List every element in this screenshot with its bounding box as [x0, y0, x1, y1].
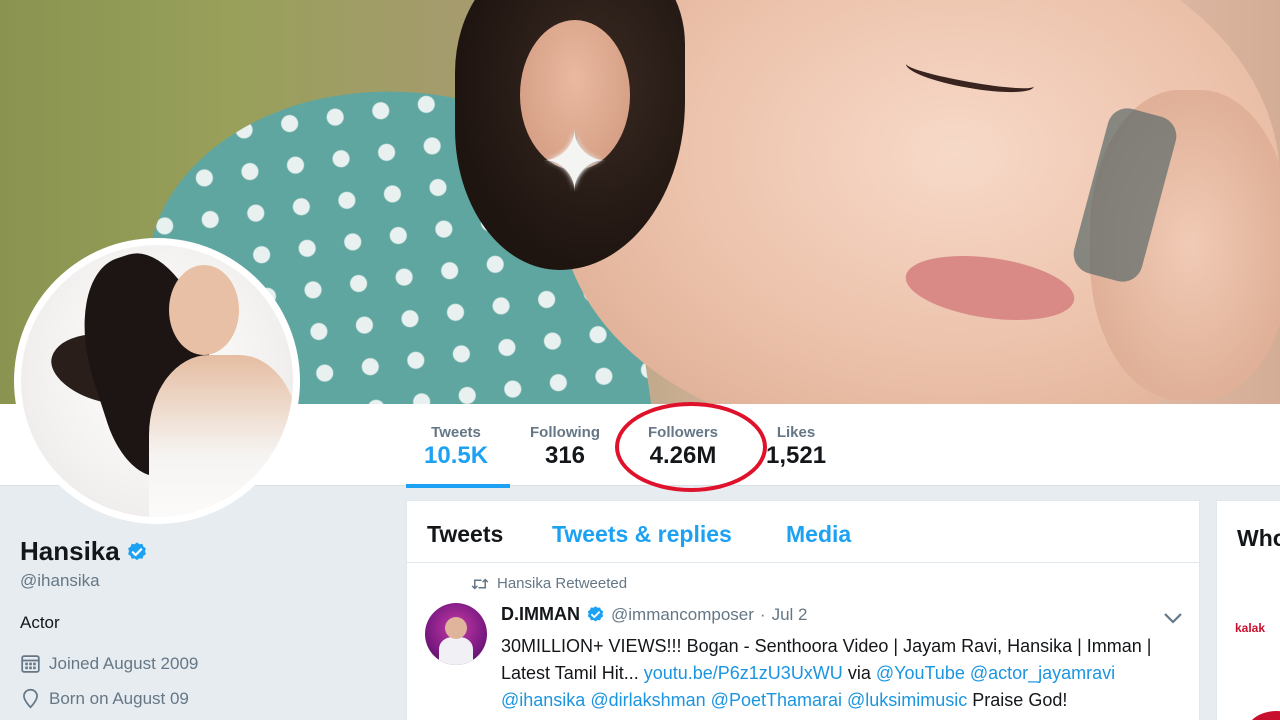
- tweet-text-line1: 30MILLION+ VIEWS!!! Bogan - Senthoora Vi…: [501, 636, 1152, 656]
- tab-tweets-replies[interactable]: Tweets & replies: [552, 521, 732, 548]
- avatar-body: [149, 355, 293, 517]
- timeline-card: Tweets Tweets & replies Media Hansika Re…: [406, 500, 1200, 720]
- calendar-icon: [21, 655, 40, 673]
- nav-tweets[interactable]: Tweets 10.5K: [424, 424, 488, 470]
- tweet-author-avatar[interactable]: [425, 603, 487, 665]
- nav-active-underline: [406, 484, 510, 488]
- profile-card: Hansika @ihansika Actor Joined August 20…: [20, 536, 390, 709]
- suggested-account-logo[interactable]: kalak: [1235, 621, 1265, 635]
- mention-luksimimusic[interactable]: @luksimimusic: [847, 690, 967, 710]
- tweet-author-handle[interactable]: @immancomposer: [611, 605, 754, 625]
- nav-likes[interactable]: Likes 1,521: [766, 424, 826, 470]
- tweet-link[interactable]: youtu.be/P6z1zU3UxWU: [644, 663, 843, 683]
- nav-following-label: Following: [530, 424, 600, 441]
- tab-media[interactable]: Media: [786, 521, 851, 548]
- profile-name-row: Hansika: [20, 536, 390, 567]
- profile-born-text: Born on August 09: [49, 688, 189, 708]
- tweet-avatar-body: [439, 637, 473, 665]
- tweet-header: D.IMMAN @immancomposer · Jul 2: [501, 604, 808, 625]
- nav-likes-count: 1,521: [766, 442, 827, 469]
- nav-tweets-count: 10.5K: [424, 442, 489, 469]
- who-to-follow-card: Who kalak: [1216, 500, 1280, 720]
- mention-ihansika[interactable]: @ihansika: [501, 690, 585, 710]
- retweet-context: Hansika Retweeted: [471, 575, 627, 592]
- profile-joined-text: Joined August 2009: [49, 653, 199, 673]
- nav-likes-label: Likes: [776, 424, 816, 441]
- tweet-date[interactable]: Jul 2: [772, 605, 808, 625]
- mention-youtube[interactable]: @YouTube: [876, 663, 965, 683]
- profile-born: Born on August 09: [20, 688, 390, 709]
- chevron-down-icon[interactable]: [1163, 611, 1183, 625]
- tweet-separator: ·: [759, 604, 766, 624]
- mention-actor-jayamravi[interactable]: @actor_jayamravi: [970, 663, 1115, 683]
- tweet-via: via: [842, 663, 876, 683]
- profile-bio: Actor: [20, 613, 60, 632]
- mention-dirlakshman[interactable]: @dirlakshman: [590, 690, 705, 710]
- tweet-text: 30MILLION+ VIEWS!!! Bogan - Senthoora Vi…: [501, 633, 1191, 714]
- nav-tweets-label: Tweets: [431, 424, 481, 441]
- verified-badge-icon: [127, 541, 146, 560]
- tweet-author-name[interactable]: D.IMMAN: [501, 604, 580, 625]
- profile-handle[interactable]: @ihansika: [20, 571, 390, 591]
- tweet-text-end: Praise God!: [967, 690, 1068, 710]
- tab-tweets[interactable]: Tweets: [427, 521, 503, 548]
- nav-following[interactable]: Following 316: [530, 424, 600, 470]
- mention-poetthamarai[interactable]: @PoetThamarai: [711, 690, 842, 710]
- suggested-account-avatar[interactable]: [1247, 711, 1280, 720]
- retweet-icon: [471, 577, 489, 590]
- who-to-follow-title: Who: [1237, 525, 1280, 551]
- profile-joined: Joined August 2009: [20, 653, 390, 674]
- nav-following-count: 316: [544, 442, 586, 469]
- tweet-avatar-face: [445, 617, 467, 639]
- profile-avatar[interactable]: [14, 238, 300, 524]
- avatar-face: [169, 265, 239, 355]
- followers-highlight-circle: [615, 402, 767, 492]
- banner-earring: ✦: [540, 117, 609, 208]
- verified-badge-icon: [587, 606, 604, 622]
- tweet-text-line2: Latest Tamil Hit...: [501, 663, 644, 683]
- profile-name[interactable]: Hansika: [20, 536, 120, 567]
- retweet-label[interactable]: Hansika Retweeted: [497, 575, 627, 592]
- timeline-tabs: Tweets Tweets & replies Media: [407, 501, 1199, 563]
- location-pin-icon: [23, 688, 38, 709]
- avatar-photo: [21, 245, 293, 517]
